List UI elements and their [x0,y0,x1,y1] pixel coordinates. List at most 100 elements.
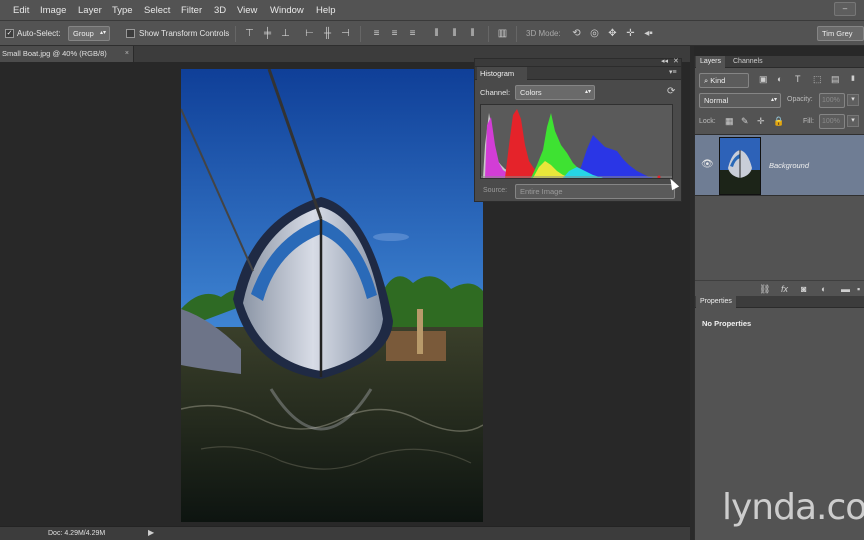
auto-select-label: Auto-Select: [17,29,61,38]
tab-layers[interactable]: Layers [696,56,726,68]
channel-value: Colors [520,88,542,97]
auto-select-dropdown[interactable]: Group ▴▾ [68,26,110,41]
refresh-icon[interactable]: ⟳ [667,86,675,97]
layer-thumbnail-image [720,138,760,194]
separator [360,26,361,42]
distribute-top-icon[interactable]: ≡ [370,27,383,40]
menu-type[interactable]: Type [112,5,133,16]
3d-roll-icon[interactable]: ◎ [588,27,601,40]
workspace-value: Tim Grey [822,29,853,38]
document-tab-title: Small Boat.jpg @ 40% (RGB/8) [2,49,107,58]
collapse-icon[interactable]: ◂◂ [661,57,668,65]
minimize-button[interactable]: – [834,2,856,16]
align-top-icon[interactable]: ⊤ [243,27,256,40]
menu-edit[interactable]: Edit [13,5,29,16]
channel-label: Channel: [480,88,511,97]
auto-select-value: Group [73,29,94,38]
panel-menu-icon[interactable]: ▾≡ [669,68,677,76]
adjustment-layer-icon[interactable]: ◐ [821,284,826,294]
lock-position-icon[interactable]: ✛ [757,116,765,127]
lock-label: Lock: [699,118,716,125]
menu-select[interactable]: Select [144,5,170,16]
doc-size-status: Doc: 4.29M/4.29M [48,530,106,537]
filter-toggle-icon[interactable]: ▮ [851,74,855,82]
transform-controls-label: Show Transform Controls [139,29,230,38]
blend-mode-value: Normal [704,96,729,105]
boat-photo [181,69,483,522]
menu-window[interactable]: Window [270,5,304,16]
document-tab[interactable]: Small Boat.jpg @ 40% (RGB/8) × [0,46,134,62]
auto-select-checkbox[interactable]: ✓ [5,29,14,38]
layer-thumbnail [719,137,761,195]
menu-filter[interactable]: Filter [181,5,202,16]
layer-name: Background [769,161,810,170]
filter-kind-dropdown[interactable]: ⌕ Kind [699,73,749,88]
status-menu-arrow-icon[interactable]: ▶ [148,528,154,537]
fill-arrow-icon[interactable]: ▾ [847,115,859,127]
fill-field[interactable]: 100% [819,114,845,129]
lock-all-icon[interactable]: 🔒 [773,116,784,127]
lynda-watermark: lynda.co [722,487,864,528]
menu-help[interactable]: Help [316,5,336,16]
opacity-arrow-icon[interactable]: ▾ [847,94,859,106]
3d-rotate-icon[interactable]: ⟲ [570,27,583,40]
histogram-chart [481,109,672,179]
status-bar: Doc: 4.29M/4.29M ▶ [0,526,690,540]
shape-filter-icon[interactable]: ⬚ [813,74,822,85]
pixel-filter-icon[interactable]: ▣ [759,74,768,85]
lock-image-icon[interactable]: ✎ [741,116,749,127]
new-layer-icon[interactable]: ▪ [857,284,860,294]
type-filter-icon[interactable]: T [795,74,801,84]
close-icon[interactable]: ✕ [673,57,679,65]
blend-mode-dropdown[interactable]: Normal ▴▾ [699,93,781,108]
source-dropdown[interactable]: Entire Image [515,184,675,199]
no-properties-text: No Properties [702,319,752,328]
add-mask-icon[interactable]: ◙ [801,284,806,294]
distribute-vcenter-icon[interactable]: ≡ [388,27,401,40]
close-icon[interactable]: × [125,46,129,62]
smart-object-filter-icon[interactable]: ▤ [831,74,840,85]
layer-row-background[interactable]: 👁 Background [695,134,864,196]
lock-transparent-icon[interactable]: ▦ [725,116,734,127]
document-image[interactable] [181,69,483,522]
dropdown-arrow-icon: ▴▾ [99,30,106,36]
channel-dropdown[interactable]: Colors ▴▾ [515,85,595,100]
eye-icon[interactable]: 👁 [701,159,714,170]
align-vcenter-icon[interactable]: ╪ [261,27,274,40]
menu-layer[interactable]: Layer [78,5,102,16]
transform-controls-checkbox[interactable] [126,29,135,38]
menu-view[interactable]: View [237,5,257,16]
group-folder-icon[interactable]: ▬ [841,284,850,294]
menu-3d[interactable]: 3D [214,5,226,16]
3d-pan-icon[interactable]: ✥ [606,27,619,40]
3d-scale-icon[interactable]: ◂▪ [642,27,655,40]
distribute-left-icon[interactable]: ⫴ [430,27,443,40]
menu-image[interactable]: Image [40,5,66,16]
properties-tab-bar: Properties [695,296,864,308]
menu-bar: Edit Image Layer Type Select Filter 3D V… [0,0,864,21]
align-left-icon[interactable]: ⊢ [303,27,316,40]
tab-properties[interactable]: Properties [696,296,736,308]
link-layers-icon[interactable]: ⛓ [759,284,770,295]
fill-value: 100% [822,118,840,125]
opacity-field[interactable]: 100% [819,93,845,108]
tab-channels[interactable]: Channels [729,56,767,68]
distribute-bottom-icon[interactable]: ≡ [406,27,419,40]
layers-panel: Layers Channels ⌕ Kind ▣ ◐ T ⬚ ▤ ▮ Norma… [694,56,864,296]
align-hcenter-icon[interactable]: ╫ [321,27,334,40]
filter-kind-value: Kind [710,76,726,85]
workspace-dropdown[interactable]: Tim Grey [817,26,864,41]
layers-footer: ⛓ fx ◙ ◐ ▬ ▪ [695,280,864,296]
histogram-tab[interactable]: Histogram [477,67,527,80]
distribute-hcenter-icon[interactable]: ⫴ [448,27,461,40]
distribute-right-icon[interactable]: ⫴ [466,27,479,40]
adjustment-filter-icon[interactable]: ◐ [777,74,782,84]
opacity-label: Opacity: [787,96,813,103]
align-bottom-icon[interactable]: ⊥ [279,27,292,40]
3d-slide-icon[interactable]: ✛ [624,27,637,40]
source-label: Source: [483,187,508,194]
fx-icon[interactable]: fx [781,284,788,294]
separator [516,26,517,42]
auto-align-icon[interactable]: ▥ [496,27,509,40]
align-right-icon[interactable]: ⊣ [339,27,352,40]
